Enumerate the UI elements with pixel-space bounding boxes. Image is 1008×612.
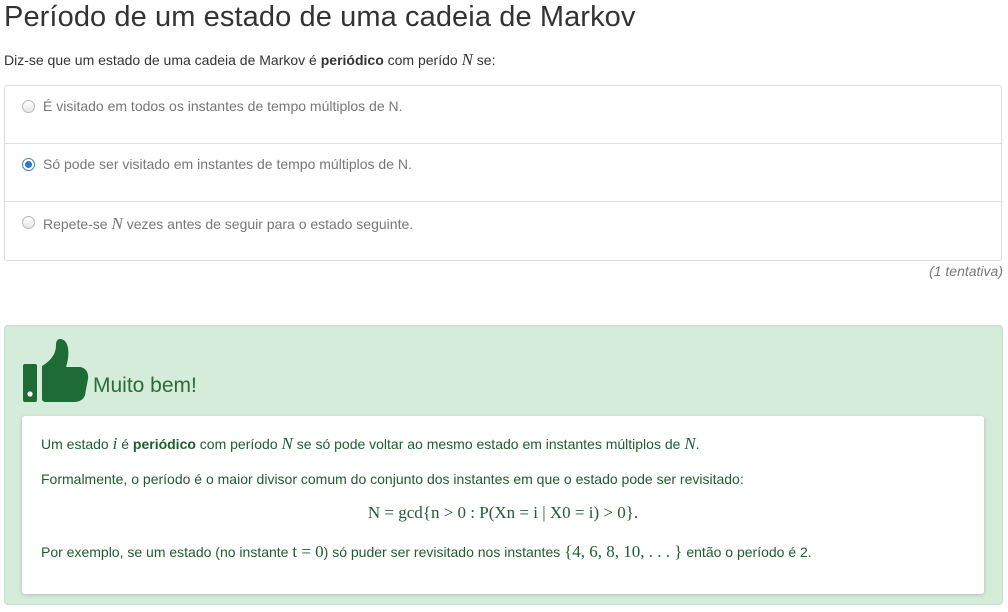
radio-button-1[interactable] [22, 100, 35, 113]
option-label-3: Repete-se N vezes antes de seguir para o… [43, 214, 414, 233]
question-prompt: Diz-se que um estado de uma cadeia de Ma… [4, 50, 496, 70]
attempts-count: (1 tentativa) [929, 263, 1003, 279]
answer-option-1[interactable]: É visitado em todos os instantes de temp… [5, 86, 1001, 144]
prompt-variable: N [461, 50, 473, 69]
radio-button-2-selected[interactable] [22, 158, 35, 171]
prompt-text-mid: com perído [383, 52, 462, 68]
thumbs-up-icon [23, 339, 89, 402]
feedback-explanation: Um estado i é periódico com período N se… [22, 416, 984, 594]
answer-option-2[interactable]: Só pode ser visitado em instantes de tem… [5, 144, 1001, 202]
prompt-text-end: se: [472, 52, 496, 68]
feedback-title: Muito bem! [93, 374, 197, 397]
page-title: Período de um estado de uma cadeia de Ma… [4, 1, 636, 33]
explanation-line-2: Formalmente, o período é o maior divisor… [41, 471, 744, 487]
explanation-line-3: Por exemplo, se um estado (no instante t… [41, 542, 812, 561]
prompt-text: Diz-se que um estado de uma cadeia de Ma… [4, 52, 321, 68]
answer-options: É visitado em todos os instantes de temp… [4, 85, 1002, 261]
option-label-1: É visitado em todos os instantes de temp… [43, 98, 403, 114]
period-formula: N = gcd{n > 0 : P(Xn = i | X0 = i) > 0}. [367, 503, 639, 522]
option-3-variable: N [111, 214, 123, 233]
option-label-2: Só pode ser visitado em instantes de tem… [43, 156, 412, 172]
explanation-line-1: Um estado i é periódico com período N se… [41, 434, 700, 453]
answer-option-3[interactable]: Repete-se N vezes antes de seguir para o… [5, 202, 1001, 260]
radio-button-3[interactable] [22, 216, 35, 229]
feedback-panel: Muito bem! Um estado i é periódico com p… [4, 325, 1003, 605]
prompt-bold-term: periódico [320, 52, 384, 68]
